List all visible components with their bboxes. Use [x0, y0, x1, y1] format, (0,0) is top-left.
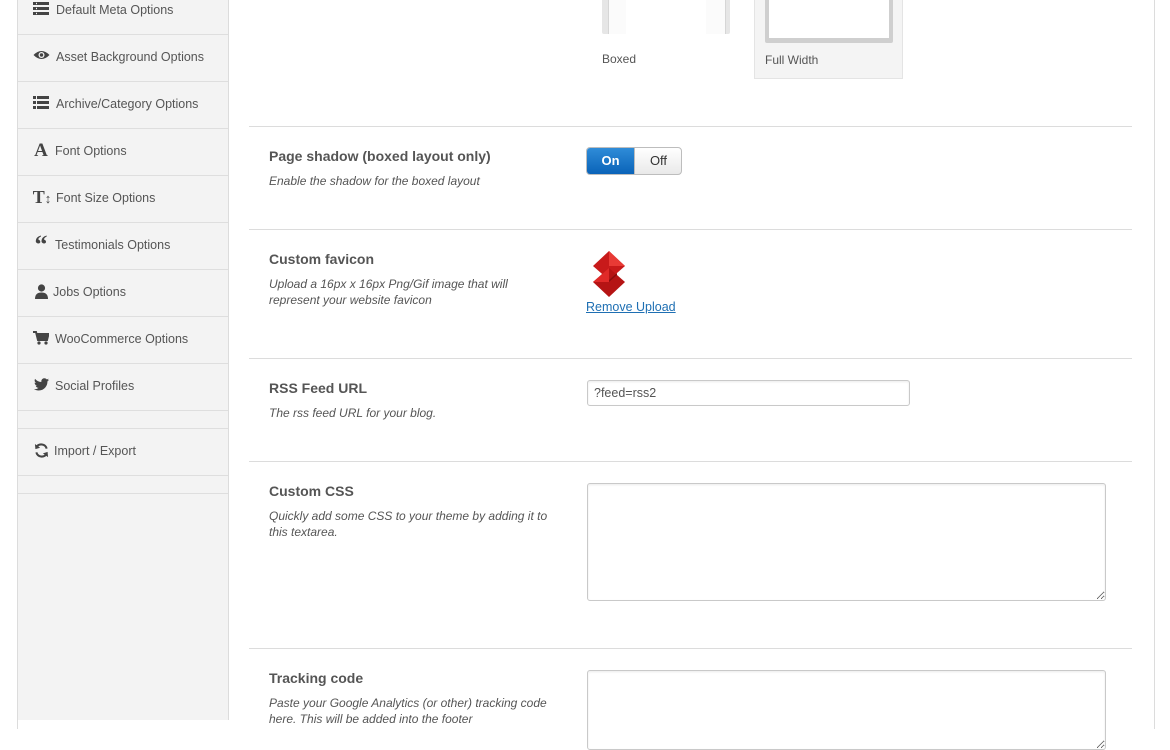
options-main: Boxed Full Width Page shadow (boxed layo… [249, 0, 1132, 750]
sidebar-item-font-options[interactable]: A Font Options [18, 129, 228, 176]
sidebar-item-font-size-options[interactable]: T↕ Font Size Options [18, 176, 228, 223]
sidebar-item-woocommerce-options[interactable]: WooCommerce Options [18, 317, 228, 364]
sidebar-item-label: Font Options [55, 144, 127, 158]
eye-icon [32, 49, 50, 67]
sidebar-item-label: Archive/Category Options [56, 97, 199, 111]
rss-feed-input[interactable] [587, 380, 910, 406]
section-divider [249, 126, 1132, 127]
sidebar-item-label: Import / Export [54, 444, 136, 458]
sidebar-item-label: Asset Background Options [56, 50, 204, 64]
boxed-layout-thumbnail [602, 0, 730, 34]
sidebar-item-label: Font Size Options [56, 191, 156, 205]
page-shadow-toggle[interactable]: On Off [586, 147, 682, 175]
layout-option-full-width[interactable]: Full Width [754, 0, 903, 79]
list-icon [32, 96, 50, 114]
twitter-icon [32, 378, 50, 396]
sidebar-item-label: WooCommerce Options [55, 332, 189, 346]
tracking-code-description: Paste your Google Analytics (or other) t… [269, 696, 547, 726]
custom-css-title: Custom CSS [269, 483, 354, 499]
list-icon [32, 2, 50, 20]
text-height-icon: T↕ [32, 187, 52, 207]
options-sidebar: Default Meta Options Asset Background Op… [18, 0, 229, 720]
page-shadow-description: Enable the shadow for the boxed layout [269, 174, 480, 188]
layout-option-label: Boxed [602, 52, 637, 66]
favicon-preview-image [592, 250, 632, 298]
user-icon [32, 284, 50, 302]
rss-feed-title: RSS Feed URL [269, 380, 368, 396]
section-divider [249, 358, 1132, 359]
sidebar-item-label: Jobs Options [53, 285, 126, 299]
sidebar-item-social-profiles[interactable]: Social Profiles [18, 364, 228, 411]
custom-favicon-title: Custom favicon [269, 251, 375, 267]
sidebar-item-asset-background-options[interactable]: Asset Background Options [18, 35, 228, 82]
toggle-off-button[interactable]: Off [634, 148, 681, 174]
custom-css-textarea[interactable] [587, 483, 1106, 601]
quote-icon: “ [34, 230, 48, 259]
sidebar-item-default-meta-options[interactable]: Default Meta Options [18, 0, 228, 35]
refresh-icon [32, 443, 50, 461]
layout-option-label: Full Width [765, 53, 819, 67]
sidebar-item-label: Default Meta Options [56, 3, 174, 17]
full-width-layout-thumbnail [765, 0, 893, 43]
custom-css-description: Quickly add some CSS to your theme by ad… [269, 509, 548, 539]
toggle-on-button[interactable]: On [587, 148, 634, 174]
font-icon: A [34, 140, 48, 161]
page-shadow-title: Page shadow (boxed layout only) [269, 148, 491, 164]
sidebar-item-label: Testimonials Options [55, 238, 171, 252]
tracking-code-title: Tracking code [269, 670, 364, 686]
cart-icon [32, 331, 50, 349]
sidebar-separator [18, 476, 228, 494]
tracking-code-textarea[interactable] [587, 670, 1106, 750]
custom-favicon-description: Upload a 16px x 16px Png/Gif image that … [269, 277, 508, 307]
section-divider [249, 648, 1132, 649]
sidebar-item-label: Social Profiles [55, 379, 135, 393]
section-divider [249, 461, 1132, 462]
sidebar-item-import-export[interactable]: Import / Export [18, 429, 228, 476]
sidebar-item-jobs-options[interactable]: Jobs Options [18, 270, 228, 317]
sidebar-item-testimonials-options[interactable]: “ Testimonials Options [18, 223, 228, 270]
sidebar-item-archive-category-options[interactable]: Archive/Category Options [18, 82, 228, 129]
section-divider [249, 229, 1132, 230]
sidebar-separator [18, 411, 228, 429]
remove-upload-link[interactable]: Remove Upload [586, 300, 676, 314]
layout-option-boxed[interactable]: Boxed [602, 0, 752, 70]
rss-feed-description: The rss feed URL for your blog. [269, 406, 437, 420]
